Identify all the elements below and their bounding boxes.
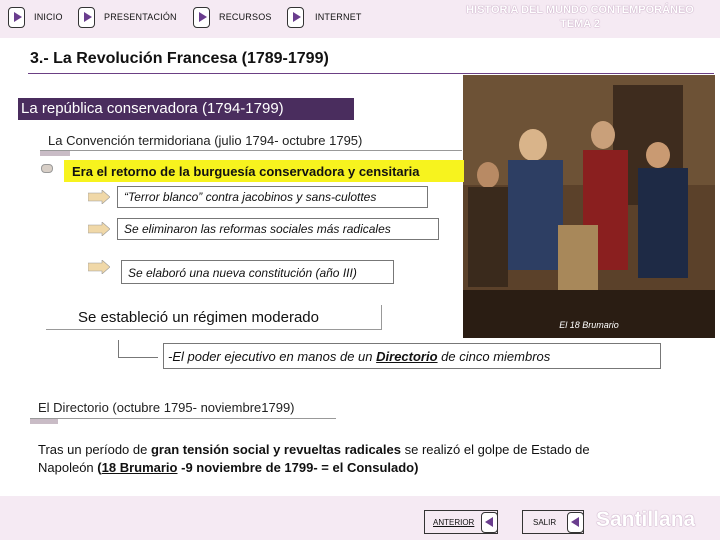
nav-recursos-button[interactable]: RECURSOS bbox=[193, 5, 272, 29]
bullet-icon bbox=[41, 164, 53, 173]
subsection-band: La república conservadora (1794-1799) bbox=[18, 98, 354, 120]
play-icon bbox=[287, 6, 304, 28]
para-brumario-link[interactable]: 18 Brumario bbox=[102, 460, 178, 475]
course-title-line2: TEMA 2 bbox=[560, 18, 600, 30]
para-text-1: Tras un período de bbox=[38, 442, 151, 457]
play-icon bbox=[78, 6, 95, 28]
convencion-underline bbox=[40, 150, 462, 151]
anterior-button[interactable]: ANTERIOR bbox=[424, 510, 498, 534]
directorio-text-before: -El poder ejecutivo en manos de un bbox=[168, 349, 377, 364]
santillana-logo: Santillana bbox=[596, 508, 696, 531]
point-box-2: Se eliminaron las reformas sociales más … bbox=[117, 218, 439, 240]
painting-18-brumario: El 18 Brumario bbox=[463, 75, 715, 338]
nav-recursos-label: RECURSOS bbox=[219, 12, 272, 22]
arrow-right-icon bbox=[88, 190, 110, 204]
course-title: HISTORIA DEL MUNDO CONTEMPORÁNEO TEMA 2 bbox=[445, 3, 715, 31]
salir-button[interactable]: SALIR bbox=[522, 510, 584, 534]
para-bold-1: gran tensión social y revueltas radicale… bbox=[150, 442, 401, 457]
painting-caption: El 18 Brumario bbox=[559, 320, 619, 330]
point-text-3: Se elaboró una nueva constitución (año I… bbox=[128, 266, 357, 280]
play-icon bbox=[8, 6, 25, 28]
back-arrow-icon bbox=[481, 511, 498, 533]
consulado-paragraph: Tras un período de gran tensión social y… bbox=[38, 441, 648, 477]
moderate-regime-text: Se estableció un régimen moderado bbox=[78, 309, 319, 326]
anterior-label: ANTERIOR bbox=[433, 517, 475, 527]
convencion-heading: La Convención termidoriana (julio 1794- … bbox=[48, 133, 363, 148]
directorio-box: -El poder ejecutivo en manos de un Direc… bbox=[163, 343, 661, 369]
section-title: 3.- La Revolución Francesa (1789-1799) bbox=[30, 50, 329, 67]
section-divider bbox=[28, 73, 714, 74]
salir-label: SALIR bbox=[533, 517, 557, 527]
directorio-text-after: de cinco miembros bbox=[437, 349, 551, 364]
connector-line bbox=[118, 340, 158, 358]
nav-presentacion-button[interactable]: PRESENTACIÓN bbox=[78, 5, 177, 29]
para-bold-2b: -9 noviembre de 1799- = el Consulado) bbox=[177, 460, 419, 475]
painting-image bbox=[463, 75, 715, 338]
subsection-title: La república conservadora (1794-1799) bbox=[21, 100, 284, 117]
highlight-text: Era el retorno de la burguesía conservad… bbox=[72, 164, 420, 179]
arrow-right-icon bbox=[88, 260, 110, 274]
back-arrow-icon bbox=[567, 511, 584, 533]
nav-internet-label: INTERNET bbox=[315, 12, 362, 22]
point-box-1: “Terror blanco” contra jacobinos y sans-… bbox=[117, 186, 428, 208]
directorio-underline bbox=[30, 418, 336, 419]
nav-internet-button[interactable]: INTERNET bbox=[287, 5, 362, 29]
moderate-regime-box: Se estableció un régimen moderado bbox=[46, 305, 382, 330]
nav-inicio-label: INICIO bbox=[34, 12, 63, 22]
nav-presentacion-label: PRESENTACIÓN bbox=[104, 12, 177, 22]
point-box-3: Se elaboró una nueva constitución (año I… bbox=[121, 260, 394, 284]
highlight-box: Era el retorno de la burguesía conservad… bbox=[64, 160, 464, 182]
top-nav-bar: INICIO PRESENTACIÓN RECURSOS INTERNET HI… bbox=[0, 0, 720, 38]
point-text-1: “Terror blanco” contra jacobinos y sans-… bbox=[124, 190, 377, 204]
play-icon bbox=[193, 6, 210, 28]
arrow-right-icon bbox=[88, 222, 110, 236]
directorio-bar bbox=[30, 419, 58, 424]
nav-inicio-button[interactable]: INICIO bbox=[8, 5, 63, 29]
point-text-2: Se eliminaron las reformas sociales más … bbox=[124, 222, 391, 236]
directorio-link[interactable]: Directorio bbox=[376, 349, 437, 364]
convencion-bar bbox=[40, 151, 70, 156]
course-title-line1: HISTORIA DEL MUNDO CONTEMPORÁNEO bbox=[466, 4, 694, 16]
directorio-heading: El Directorio (octubre 1795- noviembre17… bbox=[38, 400, 295, 415]
